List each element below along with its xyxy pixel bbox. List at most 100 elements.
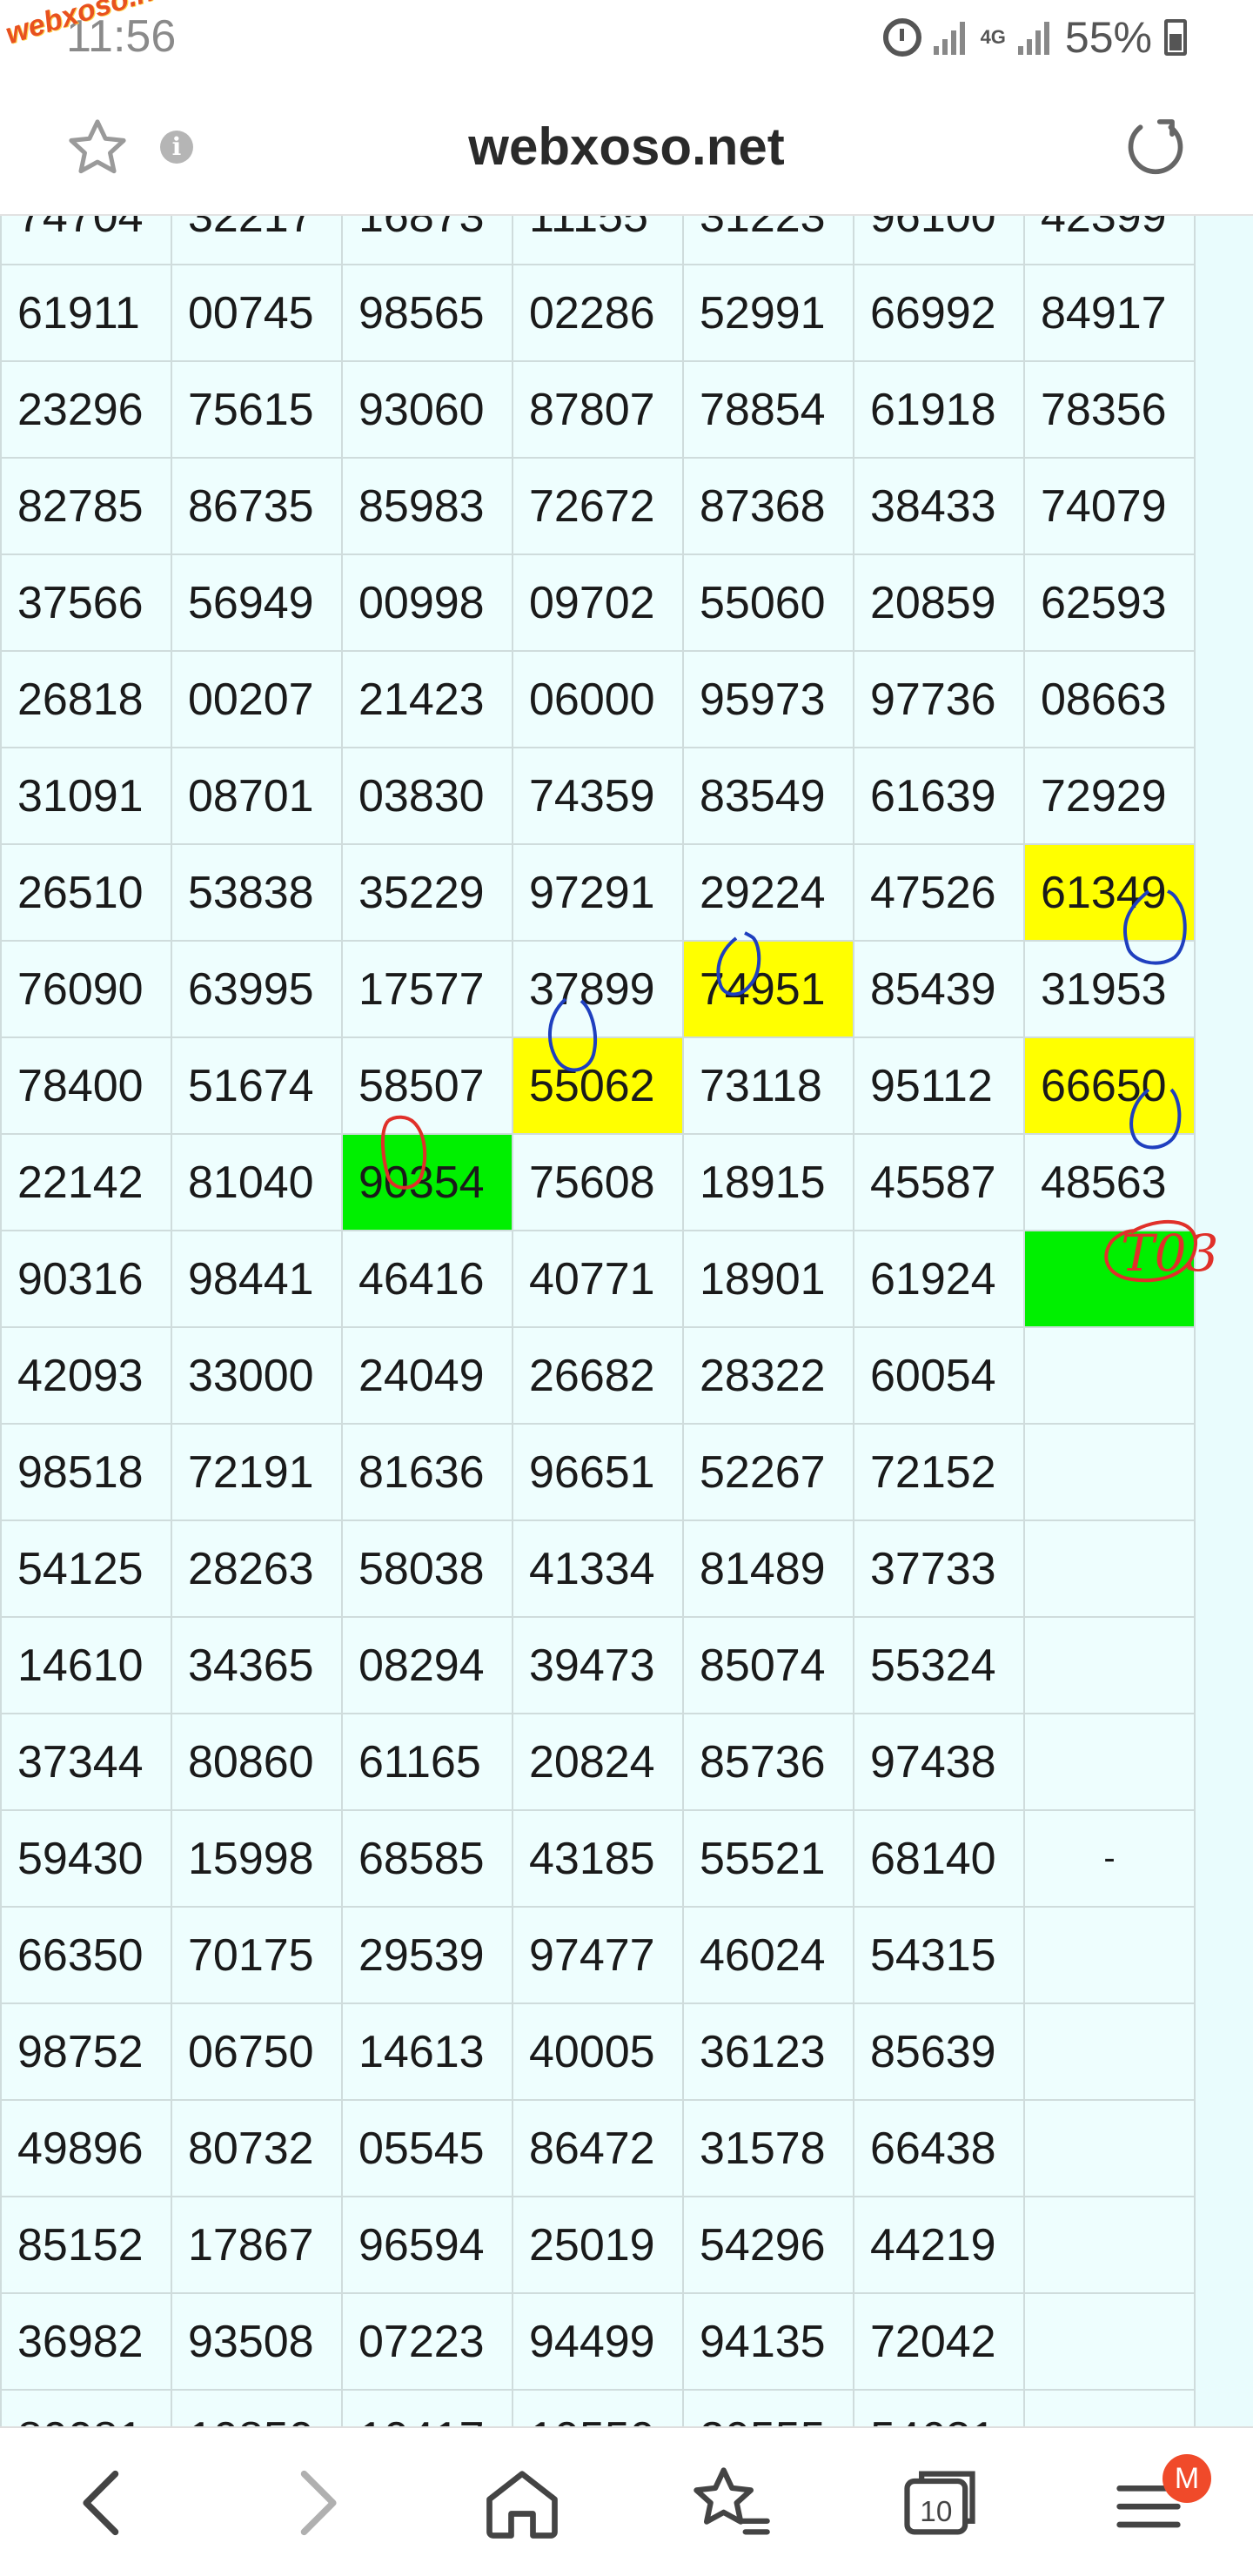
table-cell: 15998 bbox=[171, 1809, 343, 1908]
table-cell: 73118 bbox=[682, 1036, 854, 1135]
table-row: 37344 80860 61165 20824 85736 97438 bbox=[0, 1713, 1196, 1811]
table-cell: 85439 bbox=[853, 940, 1025, 1038]
table-row: 61911 00745 98565 02286 52991 66992 84917 bbox=[0, 264, 1196, 362]
table-cell: 07223 bbox=[341, 2292, 513, 2391]
table-row: 23296 75615 93060 87807 78854 61918 78356 bbox=[0, 360, 1196, 459]
table-cell: 08663 bbox=[1023, 650, 1196, 748]
table-cell: 86735 bbox=[171, 457, 343, 555]
status-icons: 4G 55% bbox=[882, 12, 1187, 63]
table-cell: 06000 bbox=[512, 650, 684, 748]
results-table: 74704 32217 16873 11155 31223 96100 42399 61911… bbox=[0, 216, 1196, 2426]
table-cell: 36982 bbox=[0, 2292, 172, 2391]
table-cell: 40005 bbox=[512, 2002, 684, 2101]
table-cell: 37899 bbox=[512, 940, 684, 1038]
signal-icon-2 bbox=[1017, 20, 1053, 55]
battery-percent: 55% bbox=[1064, 13, 1152, 62]
table-cell: 74359 bbox=[512, 747, 684, 845]
table-row: 59430 15998 68585 43185 55521 68140- bbox=[0, 1809, 1196, 1908]
table-row: 90316 98441 46416 40771 18901 61924 bbox=[0, 1230, 1196, 1328]
reload-icon[interactable] bbox=[1122, 115, 1189, 181]
table-row: 26818 00207 21423 06000 95973 97736 08663 bbox=[0, 650, 1196, 748]
table-row: 42093 33000 24049 26682 28322 60054 bbox=[0, 1326, 1196, 1425]
table-cell: 18901 bbox=[682, 1230, 854, 1328]
table-row-partial: 74704 32217 16873 11155 31223 96100 42399 bbox=[0, 216, 1196, 265]
table-cell: 20859 bbox=[853, 553, 1025, 652]
table-cell: 16873 bbox=[341, 216, 513, 265]
table-cell: 87368 bbox=[682, 457, 854, 555]
table-cell: 42093 bbox=[0, 1326, 172, 1425]
table-row: 98752 06750 14613 40005 36123 85639 bbox=[0, 2002, 1196, 2101]
table-cell: 55521 bbox=[682, 1809, 854, 1908]
table-cell bbox=[1023, 1906, 1196, 2004]
table-cell: 97736 bbox=[853, 650, 1025, 748]
table-cell: 43185 bbox=[512, 1809, 684, 1908]
table-cell: 98441 bbox=[171, 1230, 343, 1328]
table-cell: 80732 bbox=[171, 2099, 343, 2197]
signal-icon bbox=[933, 20, 968, 55]
table-cell bbox=[1023, 2099, 1196, 2197]
table-cell: 66992 bbox=[853, 264, 1025, 362]
highlighted-cell: 90354 bbox=[341, 1133, 513, 1231]
table-cell: 96100 bbox=[853, 216, 1025, 265]
table-cell: 17577 bbox=[341, 940, 513, 1038]
page-title[interactable]: webxoso.net bbox=[0, 117, 1253, 177]
table-cell: 72152 bbox=[853, 1423, 1025, 1521]
table-cell: 54296 bbox=[682, 2196, 854, 2294]
bookmarks-icon[interactable] bbox=[687, 2459, 774, 2546]
table-cell: 29539 bbox=[341, 1906, 513, 2004]
table-cell: 00207 bbox=[171, 650, 343, 748]
table-cell: 10550 bbox=[512, 2389, 684, 2426]
table-cell: 94135 bbox=[682, 2292, 854, 2391]
highlighted-cell bbox=[1023, 1230, 1196, 1328]
table-cell: 72672 bbox=[512, 457, 684, 555]
table-cell: 51674 bbox=[171, 1036, 343, 1135]
table-row: 14610 34365 08294 39473 85074 55324 bbox=[0, 1616, 1196, 1714]
table-cell: 03830 bbox=[341, 747, 513, 845]
table-cell: 93508 bbox=[171, 2292, 343, 2391]
table-cell: 25019 bbox=[512, 2196, 684, 2294]
table-cell bbox=[1023, 2389, 1196, 2426]
table-cell: 46024 bbox=[682, 1906, 854, 2004]
table-cell: 68585 bbox=[341, 1809, 513, 1908]
table-cell: 18915 bbox=[682, 1133, 854, 1231]
table-cell: 84917 bbox=[1023, 264, 1196, 362]
table-cell: 17867 bbox=[171, 2196, 343, 2294]
table-cell: 37566 bbox=[0, 553, 172, 652]
table-cell: 31578 bbox=[682, 2099, 854, 2197]
tabs-icon[interactable]: 10 bbox=[896, 2459, 983, 2546]
table-cell: 90316 bbox=[0, 1230, 172, 1328]
table-cell: 10417 bbox=[341, 2389, 513, 2426]
table-cell: 54631 bbox=[853, 2389, 1025, 2426]
table-cell: 58038 bbox=[341, 1519, 513, 1618]
highlighted-cell: 61349 bbox=[1023, 843, 1196, 942]
highlighted-cell: 55062 bbox=[512, 1036, 684, 1135]
table-cell: 80081 bbox=[0, 2389, 172, 2426]
table-cell bbox=[1023, 1713, 1196, 1811]
table-cell: 14610 bbox=[0, 1616, 172, 1714]
table-cell: 56949 bbox=[171, 553, 343, 652]
table-cell: 78400 bbox=[0, 1036, 172, 1135]
table-row: 66350 70175 29539 97477 46024 54315 bbox=[0, 1906, 1196, 2004]
forward-icon[interactable] bbox=[271, 2459, 358, 2546]
table-cell: 33000 bbox=[171, 1326, 343, 1425]
results-page[interactable]: 74704 32217 16873 11155 31223 96100 42399 61911… bbox=[0, 216, 1253, 2426]
table-cell: 61924 bbox=[853, 1230, 1025, 1328]
table-cell: 93060 bbox=[341, 360, 513, 459]
table-cell: 72929 bbox=[1023, 747, 1196, 845]
table-cell: 52267 bbox=[682, 1423, 854, 1521]
table-row: 98518 72191 81636 96651 52267 72152 bbox=[0, 1423, 1196, 1521]
table-cell: 53838 bbox=[171, 843, 343, 942]
table-cell: 14613 bbox=[341, 2002, 513, 2101]
home-icon[interactable] bbox=[479, 2459, 566, 2546]
table-cell: 81040 bbox=[171, 1133, 343, 1231]
table-cell: 47526 bbox=[853, 843, 1025, 942]
table-cell: 00998 bbox=[341, 553, 513, 652]
table-cell: 20824 bbox=[512, 1713, 684, 1811]
table-cell: 55060 bbox=[682, 553, 854, 652]
highlighted-cell: 74951 bbox=[682, 940, 854, 1038]
back-icon[interactable] bbox=[61, 2459, 148, 2546]
table-row: 36982 93508 07223 94499 94135 72042 bbox=[0, 2292, 1196, 2391]
table-cell: 83549 bbox=[682, 747, 854, 845]
table-cell: 44219 bbox=[853, 2196, 1025, 2294]
table-cell: 60054 bbox=[853, 1326, 1025, 1425]
